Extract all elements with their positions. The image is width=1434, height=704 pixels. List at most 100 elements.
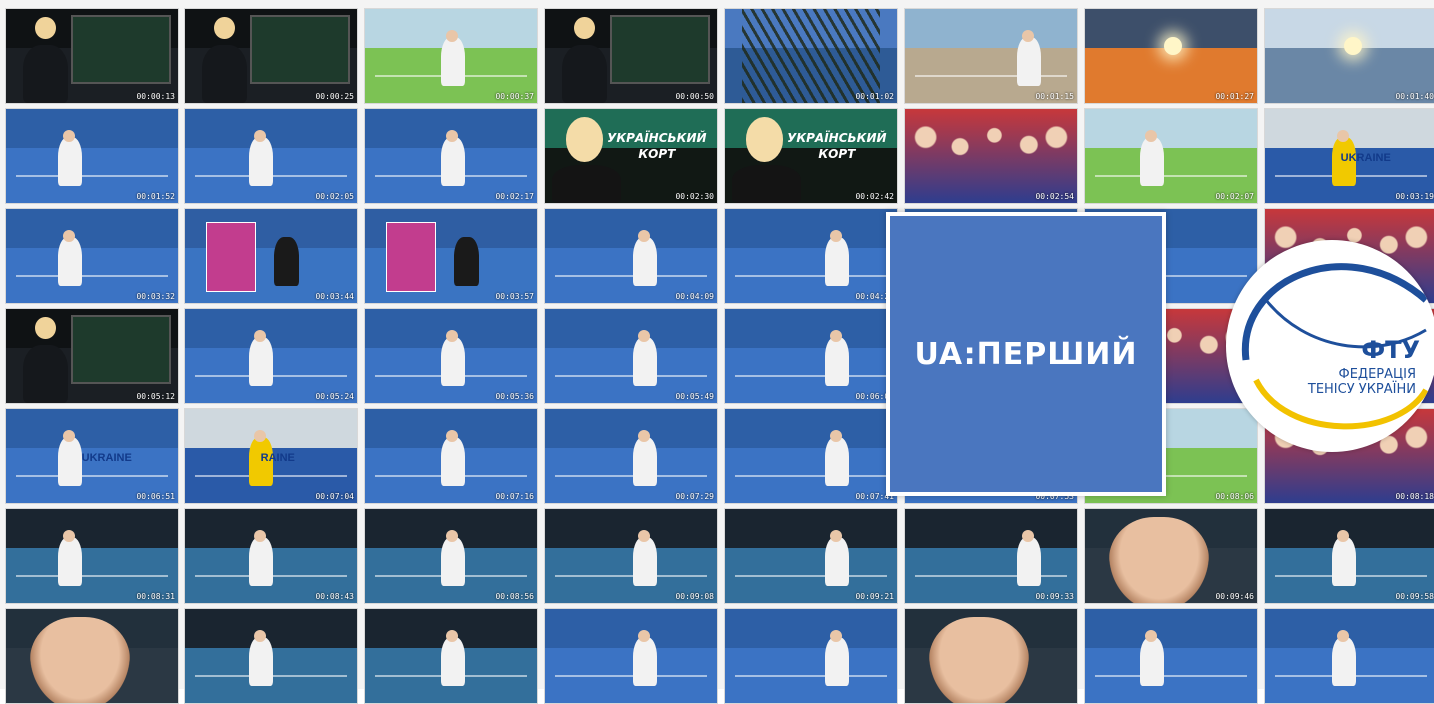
thumbnail-background bbox=[725, 309, 897, 349]
presenter-head bbox=[35, 316, 56, 340]
studio-screen bbox=[609, 14, 711, 85]
video-thumbnail: 00:08:31 bbox=[5, 508, 179, 604]
player-head bbox=[445, 429, 458, 442]
shirt-lettering: UKRAINE bbox=[81, 452, 132, 465]
thumbnail-background bbox=[1085, 109, 1257, 149]
timecode: 00:09:21 bbox=[855, 592, 894, 601]
player-head bbox=[637, 629, 650, 642]
player-figure bbox=[57, 537, 82, 587]
player-head bbox=[62, 129, 75, 142]
player-figure bbox=[440, 37, 465, 87]
player-figure bbox=[824, 237, 849, 287]
timecode: 00:07:29 bbox=[675, 492, 714, 501]
timecode: 00:09:33 bbox=[1035, 592, 1074, 601]
player-head bbox=[62, 229, 75, 242]
thumbnail-background bbox=[725, 609, 897, 649]
court-line bbox=[735, 674, 887, 677]
video-thumbnail: 00:05:24 bbox=[184, 308, 358, 404]
video-thumbnail: 00:02:07 bbox=[1084, 108, 1258, 204]
video-thumbnail: UKRAINE 00:06:51 bbox=[5, 408, 179, 504]
player-head bbox=[253, 429, 266, 442]
thumbnail-background bbox=[185, 609, 357, 649]
player-figure bbox=[440, 637, 465, 687]
video-thumbnail bbox=[1264, 608, 1434, 704]
video-thumbnail bbox=[184, 608, 358, 704]
player-head bbox=[62, 529, 75, 542]
shirt-lettering: RAINE bbox=[260, 452, 295, 465]
video-thumbnail: 00:00:13 bbox=[5, 8, 179, 104]
presenter-head bbox=[565, 116, 604, 162]
video-thumbnail: 00:09:46 bbox=[1084, 508, 1258, 604]
video-thumbnail: 00:09:58 bbox=[1264, 508, 1434, 604]
player-head bbox=[1145, 629, 1158, 642]
player-figure bbox=[440, 537, 465, 587]
timecode: 00:01:02 bbox=[855, 92, 894, 101]
player-head bbox=[253, 329, 266, 342]
court-line bbox=[555, 474, 707, 477]
court-line bbox=[1095, 174, 1247, 177]
video-thumbnail: 00:03:57 bbox=[364, 208, 538, 304]
timecode: 00:02:42 bbox=[855, 192, 894, 201]
player-head bbox=[1337, 629, 1350, 642]
player-figure bbox=[1140, 637, 1165, 687]
timecode: 00:02:54 bbox=[1035, 192, 1074, 201]
player-figure bbox=[1016, 537, 1041, 587]
timecode: 00:03:19 bbox=[1395, 192, 1434, 201]
presenter-head bbox=[214, 16, 235, 40]
player-head bbox=[1021, 529, 1034, 542]
video-thumbnail: 00:09:08 bbox=[544, 508, 718, 604]
video-thumbnail: 00:00:25 bbox=[184, 8, 358, 104]
video-thumbnail: 00:05:49 bbox=[544, 308, 718, 404]
player-figure bbox=[440, 337, 465, 387]
player-figure bbox=[248, 537, 273, 587]
presenter-figure bbox=[551, 165, 621, 203]
court-line bbox=[555, 374, 707, 377]
video-thumbnail: 00:01:15 bbox=[904, 8, 1078, 104]
thumbnail-background bbox=[185, 309, 357, 349]
video-thumbnail: 00:05:12 bbox=[5, 308, 179, 404]
presenter-head bbox=[745, 116, 784, 162]
video-thumbnail: 00:00:37 bbox=[364, 8, 538, 104]
timecode: 00:05:36 bbox=[495, 392, 534, 401]
shirt-lettering: UKRAINE bbox=[1340, 152, 1391, 165]
video-thumbnail: УКРАЇНСЬКИЙ КОРТ 00:02:42 bbox=[724, 108, 898, 204]
court-line bbox=[16, 474, 168, 477]
timecode: 00:02:17 bbox=[495, 192, 534, 201]
timecode: 00:06:51 bbox=[136, 492, 175, 501]
thumbnail-background bbox=[545, 309, 717, 349]
timecode: 00:02:05 bbox=[315, 192, 354, 201]
player-head bbox=[62, 429, 75, 442]
video-thumbnail bbox=[5, 608, 179, 704]
timecode: 00:09:08 bbox=[675, 592, 714, 601]
court-line bbox=[16, 574, 168, 577]
federation-abbreviation: ФТУ bbox=[1361, 336, 1420, 364]
video-thumbnail bbox=[544, 608, 718, 704]
player-figure bbox=[440, 437, 465, 487]
timecode: 00:00:25 bbox=[315, 92, 354, 101]
timecode: 00:08:06 bbox=[1215, 492, 1254, 501]
channel-logo: UA:ПЕРШИЙ bbox=[886, 212, 1166, 496]
thumbnail-background bbox=[6, 109, 178, 149]
video-thumbnail: 00:09:33 bbox=[904, 508, 1078, 604]
channel-name: UA:ПЕРШИЙ bbox=[914, 336, 1138, 372]
timecode: 00:00:37 bbox=[495, 92, 534, 101]
thumbnail-background bbox=[725, 509, 897, 549]
video-thumbnail: 00:04:09 bbox=[544, 208, 718, 304]
federation-logo: ФТУ ФЕДЕРАЦІЯ ТЕНІСУ УКРАЇНИ bbox=[1226, 240, 1434, 452]
timecode: 00:07:16 bbox=[495, 492, 534, 501]
video-thumbnail bbox=[904, 608, 1078, 704]
thumbnail-background bbox=[185, 409, 357, 449]
timecode: 00:01:40 bbox=[1395, 92, 1434, 101]
player-figure bbox=[632, 637, 657, 687]
show-title-banner: УКРАЇНСЬКИЙ КОРТ bbox=[787, 130, 887, 161]
player-head bbox=[1145, 129, 1158, 142]
thumbnail-background bbox=[545, 209, 717, 249]
timecode: 00:03:44 bbox=[315, 292, 354, 301]
thumbnail-background bbox=[725, 409, 897, 449]
player-figure bbox=[824, 437, 849, 487]
video-thumbnail: 00:01:40 bbox=[1264, 8, 1434, 104]
video-thumbnail: 00:08:56 bbox=[364, 508, 538, 604]
video-thumbnail: 00:02:17 bbox=[364, 108, 538, 204]
video-thumbnail: 00:07:16 bbox=[364, 408, 538, 504]
show-title-banner: УКРАЇНСЬКИЙ КОРТ bbox=[607, 130, 707, 161]
